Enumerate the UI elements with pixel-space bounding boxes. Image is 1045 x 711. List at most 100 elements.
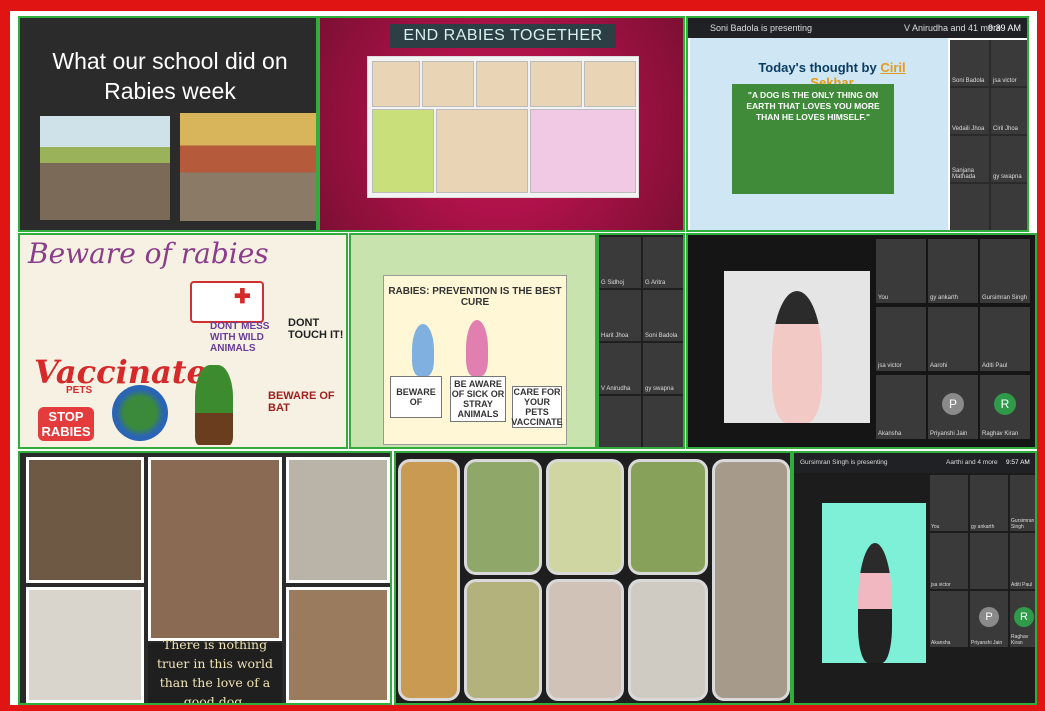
avatar: P — [942, 393, 964, 415]
pet-photo — [628, 459, 708, 575]
participant-tile[interactable]: gy swapna — [991, 136, 1027, 182]
slide-title-line1: What our school did on — [52, 48, 288, 74]
kids-with-dog-photo — [286, 457, 390, 583]
stop-rabies-sign: STOP RABIES — [38, 407, 94, 441]
prevention-poster: RABIES: PREVENTION IS THE BEST CURE BEWA… — [349, 233, 597, 449]
participant-count: Aarthi and 4 more — [946, 459, 998, 466]
slide-title-line2: Rabies week — [104, 78, 236, 104]
participant-tile[interactable]: P Priyanshi Jain — [970, 591, 1008, 647]
beware-sign: BEWARE OF — [390, 376, 442, 418]
kids-with-pets-collage — [394, 451, 792, 705]
video-call-speaker: You gy ankarth Gursimran Singh jsa victo… — [686, 233, 1037, 449]
participant-tile[interactable]: Aditi Paul — [1010, 533, 1035, 589]
student-photo — [436, 109, 528, 193]
thought-prefix: Today's thought by — [758, 60, 877, 75]
poster-title: RABIES: PREVENTION IS THE BEST CURE — [388, 286, 562, 308]
end-rabies-banner: END RABIES TOGETHER — [390, 24, 616, 48]
participant-tile[interactable]: Ciril Jhoa — [991, 88, 1027, 134]
participant-tile[interactable] — [950, 184, 989, 230]
participant-tile[interactable] — [991, 184, 1027, 230]
clock-time: 9:39 AM — [988, 23, 1022, 33]
pet-photo — [546, 579, 624, 701]
beware-bat-text: BEWARE OF BAT — [268, 390, 335, 414]
beware-heading: Beware of rabies — [28, 237, 269, 270]
pet-photo — [398, 459, 460, 701]
dog-love-caption: There is nothing truer in this world tha… — [148, 637, 282, 703]
participant-tile[interactable]: Akansha — [930, 591, 968, 647]
participant-tile[interactable]: Soni Badola — [950, 40, 989, 86]
pets-text: PETS — [66, 385, 93, 396]
participant-tile[interactable]: Akansha — [876, 375, 926, 439]
collage-frame: What our school did on Rabies week END R… — [0, 0, 1045, 711]
participant-tile[interactable]: G Aritra — [643, 237, 683, 288]
video-call-presentation-2: Gursimran Singh is presenting Aarthi and… — [792, 451, 1037, 705]
participant-tile[interactable]: gy ankarth — [928, 239, 978, 303]
participant-grid: Soni Badola jsa victor Vedaili Jhoa Ciri… — [950, 40, 1027, 230]
participant-tile[interactable]: jsa victor — [930, 533, 968, 589]
slide-title: What our school did on Rabies week — [30, 46, 310, 106]
dog-love-collage: There is nothing truer in this world tha… — [18, 451, 392, 705]
participant-tile[interactable]: gy ankarth — [970, 475, 1008, 531]
student-photo — [422, 61, 474, 107]
meeting-top-bar: Soni Badola is presenting V Anirudha and… — [688, 18, 1027, 38]
child-figure — [466, 320, 488, 376]
student-photo — [372, 61, 420, 107]
student-photo — [476, 61, 528, 107]
participant-tile[interactable]: Gursimran Singh — [980, 239, 1030, 303]
dont-mess-text: DONT MESS WITH WILD ANIMALS — [210, 321, 270, 354]
pet-photo — [464, 579, 542, 701]
video-call-presentation: Soni Badola is presenting V Anirudha and… — [686, 16, 1029, 232]
student-photos-board — [367, 56, 639, 198]
presenter-label: Gursimran Singh is presenting — [800, 459, 888, 466]
participant-tile[interactable]: Aditi Paul — [980, 307, 1030, 371]
participant-tile[interactable]: R Raghav Kiran — [1010, 591, 1035, 647]
school-rabies-week-slide: What our school did on Rabies week — [18, 16, 318, 232]
pet-photo — [712, 459, 790, 701]
participant-tile[interactable]: P Priyanshi Jain — [928, 375, 978, 439]
participant-tile[interactable]: Soni Badola — [643, 290, 683, 341]
speaker-video — [822, 503, 926, 663]
participant-tile[interactable]: jsa victor — [991, 40, 1027, 86]
video-grid-small: G Sidhoj G Aritra Harit Jhoa Soni Badola… — [597, 233, 685, 449]
quote-text: "A DOG IS THE ONLY THING ON EARTH THAT L… — [746, 90, 880, 122]
participant-tile[interactable] — [599, 396, 641, 447]
globe-icon — [112, 385, 168, 441]
quote-box: "A DOG IS THE ONLY THING ON EARTH THAT L… — [732, 84, 894, 194]
participant-tile[interactable]: Vedaili Jhoa — [950, 88, 989, 134]
avatar: R — [1014, 607, 1034, 627]
clock-time: 9:57 AM — [1006, 459, 1030, 466]
participant-tile[interactable]: You — [876, 239, 926, 303]
vaccinate-text: Vaccinate — [34, 353, 207, 391]
participant-tile[interactable]: Gursimran Singh — [1010, 475, 1035, 531]
meeting-top-bar: Gursimran Singh is presenting Aarthi and… — [794, 453, 1035, 473]
participant-tile[interactable]: Sanjana Mathada — [950, 136, 989, 182]
presented-slide: Today's thought by Ciril Sekhar "A DOG I… — [690, 38, 948, 230]
collage: What our school did on Rabies week END R… — [10, 11, 1037, 705]
participant-tile[interactable]: You — [930, 475, 968, 531]
participant-tile[interactable]: jsa victor — [876, 307, 926, 371]
student-photo — [530, 61, 582, 107]
speaker-figure — [858, 543, 892, 663]
woman-with-puppies-photo — [148, 457, 282, 641]
presenter-label: Soni Badola is presenting — [710, 23, 813, 33]
beware-of-rabies-poster: Beware of rabies ✚ DONT MESS WITH WILD A… — [18, 233, 348, 449]
participant-tile[interactable]: gy swapna — [643, 343, 683, 394]
dont-touch-text: DONT TOUCH IT! — [288, 317, 344, 341]
be-aware-sign: BE AWARE OF SICK OR STRAY ANIMALS — [450, 376, 506, 422]
red-cross-icon: ✚ — [234, 286, 251, 308]
participant-tile[interactable] — [970, 533, 1008, 589]
speaker-figure — [772, 291, 822, 423]
participant-tile[interactable]: Harit Jhoa — [599, 290, 641, 341]
poster-drawing: RABIES: PREVENTION IS THE BEST CURE BEWA… — [383, 275, 567, 445]
boy-with-labrador-photo — [26, 587, 144, 703]
avatar: P — [979, 607, 999, 627]
speaker-video — [724, 271, 870, 423]
participant-count: V Anirudha and 41 more — [904, 23, 1002, 33]
boy-with-pug-photo — [286, 587, 390, 703]
participant-tile[interactable]: G Sidhoj — [599, 237, 641, 288]
participant-tile[interactable] — [643, 396, 683, 447]
participant-tile[interactable]: R Raghav Kiran — [980, 375, 1030, 439]
participant-tile[interactable]: V Anirudha — [599, 343, 641, 394]
participant-tile[interactable]: Aarohi — [928, 307, 978, 371]
end-rabies-together-collage: END RABIES TOGETHER — [318, 16, 685, 232]
